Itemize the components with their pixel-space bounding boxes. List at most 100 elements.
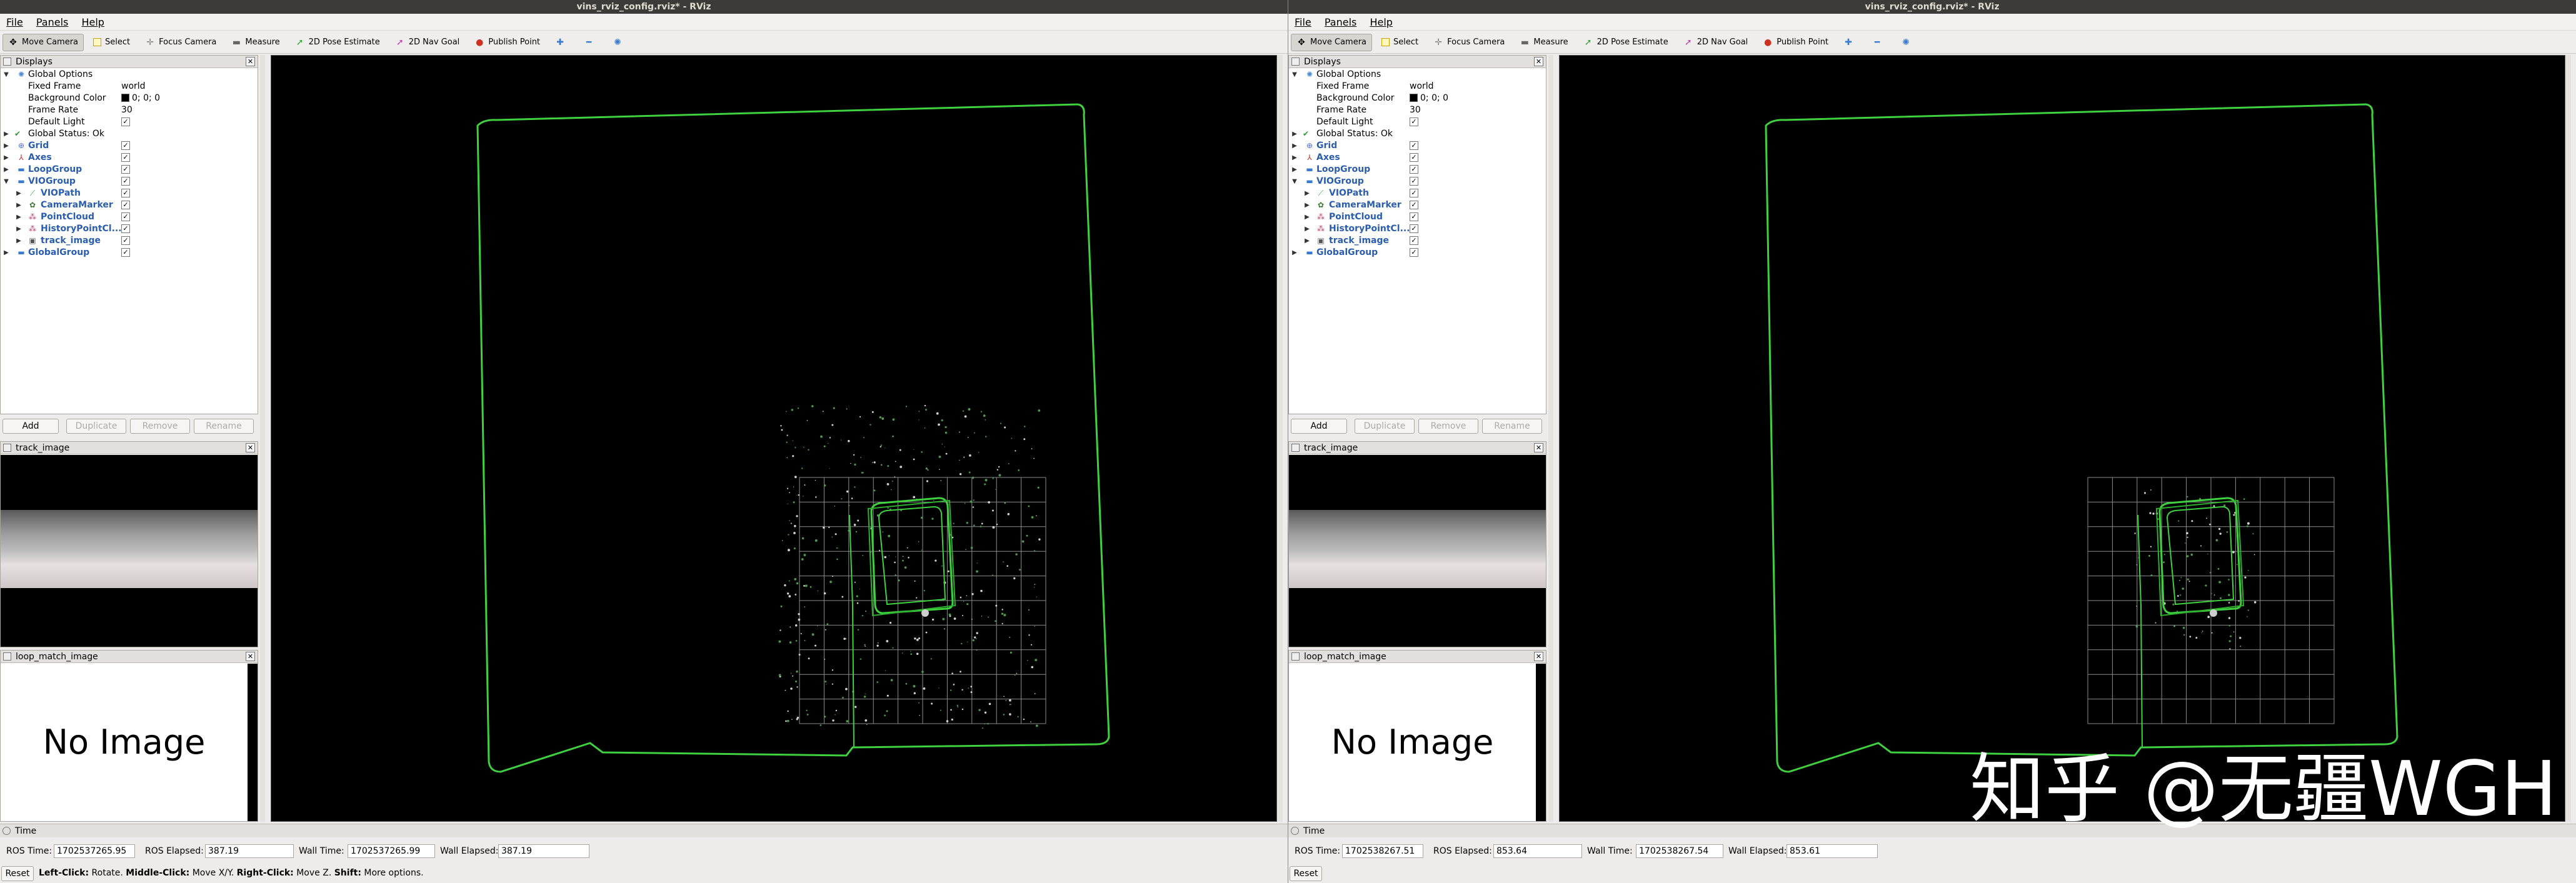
reset-button[interactable]: Reset xyxy=(1,866,34,881)
cameramarker-checkbox[interactable]: ✓ xyxy=(121,201,130,209)
wall-time-field[interactable]: 1702538267.54 xyxy=(1636,844,1723,858)
cameramarker-checkbox[interactable]: ✓ xyxy=(1410,201,1418,209)
chevron-right-icon[interactable]: ▶ xyxy=(1291,140,1298,152)
axes-checkbox[interactable]: ✓ xyxy=(1410,153,1418,162)
tree-row-background-color[interactable]: Background Color 0; 0; 0 xyxy=(1,92,258,104)
tree-row-cameramarker[interactable]: ▶ ✿ CameraMarker ✓ xyxy=(1289,199,1546,211)
chevron-down-icon[interactable]: ▼ xyxy=(3,176,9,187)
historypointcloud-checkbox[interactable]: ✓ xyxy=(121,224,130,233)
duplicate-display-button[interactable]: Duplicate xyxy=(66,419,126,434)
chevron-down-icon[interactable]: ▼ xyxy=(3,69,9,81)
menu-panels[interactable]: Panels xyxy=(1325,16,1357,28)
tree-row-viogroup[interactable]: ▼ ▬ VIOGroup ✓ xyxy=(1289,176,1546,187)
wall-time-field[interactable]: 1702537265.99 xyxy=(348,844,435,858)
tool-properties-button[interactable]: ✺ xyxy=(1895,34,1920,51)
tree-row-background-color[interactable]: Background Color 0; 0; 0 xyxy=(1289,92,1546,104)
tree-row-pointcloud[interactable]: ▶ ⁂ PointCloud ✓ xyxy=(1289,211,1546,223)
frame-rate-value[interactable]: 30 xyxy=(121,104,133,116)
close-icon[interactable]: ✕ xyxy=(246,652,255,661)
tree-row-viogroup[interactable]: ▼ ▬ VIOGroup ✓ xyxy=(1,176,258,187)
tree-row-fixed-frame[interactable]: Fixed Frame world xyxy=(1,81,258,92)
tree-row-default-light[interactable]: Default Light ✓ xyxy=(1289,116,1546,128)
pose-estimate-tool[interactable]: ➚ 2D Pose Estimate xyxy=(1578,34,1674,51)
chevron-right-icon[interactable]: ▶ xyxy=(1304,187,1310,199)
bg-color-value[interactable]: 0; 0; 0 xyxy=(1410,92,1448,104)
bg-color-value[interactable]: 0; 0; 0 xyxy=(121,92,160,104)
reset-button[interactable]: Reset xyxy=(1290,866,1322,881)
rename-display-button[interactable]: Rename xyxy=(1482,419,1542,434)
focus-camera-tool[interactable]: ✛ Focus Camera xyxy=(139,34,222,51)
track-image-checkbox[interactable]: ✓ xyxy=(1410,236,1418,245)
grid-checkbox[interactable]: ✓ xyxy=(121,141,130,150)
move-camera-tool[interactable]: ✥ Move Camera xyxy=(3,33,84,51)
pose-estimate-tool[interactable]: ➚ 2D Pose Estimate xyxy=(289,34,386,51)
grid-checkbox[interactable]: ✓ xyxy=(1410,141,1418,150)
chevron-down-icon[interactable]: ▼ xyxy=(1291,69,1298,81)
tree-row-cameramarker[interactable]: ▶ ✿ CameraMarker ✓ xyxy=(1,199,258,211)
chevron-right-icon[interactable]: ▶ xyxy=(16,199,22,211)
globalgroup-checkbox[interactable]: ✓ xyxy=(1410,248,1418,257)
tree-row-loopgroup[interactable]: ▶ ▬ LoopGroup ✓ xyxy=(1289,164,1546,176)
fixed-frame-value[interactable]: world xyxy=(1410,81,1434,92)
remove-tool-button[interactable]: ━ xyxy=(578,34,603,51)
frame-rate-value[interactable]: 30 xyxy=(1410,104,1421,116)
close-icon[interactable]: ✕ xyxy=(246,443,255,452)
close-icon[interactable]: ✕ xyxy=(246,57,255,66)
loopgroup-checkbox[interactable]: ✓ xyxy=(121,165,130,174)
chevron-right-icon[interactable]: ▶ xyxy=(3,140,9,152)
loopgroup-checkbox[interactable]: ✓ xyxy=(1410,165,1418,174)
pointcloud-checkbox[interactable]: ✓ xyxy=(1410,212,1418,221)
chevron-right-icon[interactable]: ▶ xyxy=(1304,235,1310,247)
tree-row-axes[interactable]: ▶ ⅄ Axes ✓ xyxy=(1289,152,1546,164)
chevron-right-icon[interactable]: ▶ xyxy=(3,128,9,140)
tree-row-fixed-frame[interactable]: Fixed Frame world xyxy=(1289,81,1546,92)
panel-splitter[interactable] xyxy=(260,55,265,822)
tree-row-grid[interactable]: ▶ ⊕ Grid ✓ xyxy=(1,140,258,152)
viogroup-checkbox[interactable]: ✓ xyxy=(1410,177,1418,186)
axes-checkbox[interactable]: ✓ xyxy=(121,153,130,162)
tree-row-viopath[interactable]: ▶ ⟋ VIOPath ✓ xyxy=(1289,187,1546,199)
right-splitter[interactable] xyxy=(2566,55,2571,822)
focus-camera-tool[interactable]: ✛ Focus Camera xyxy=(1428,34,1510,51)
tree-row-global-options[interactable]: ▼ ✺ Global Options xyxy=(1,69,258,81)
remove-tool-button[interactable]: ━ xyxy=(1867,34,1892,51)
render-canvas[interactable] xyxy=(271,56,1276,821)
tree-row-globalgroup[interactable]: ▶ ▬ GlobalGroup ✓ xyxy=(1,247,258,259)
close-icon[interactable]: ✕ xyxy=(1534,443,1543,452)
track-image-checkbox[interactable]: ✓ xyxy=(121,236,130,245)
tree-row-global-status[interactable]: ▶ ✔ Global Status: Ok xyxy=(1,128,258,140)
chevron-right-icon[interactable]: ▶ xyxy=(3,164,9,176)
add-tool-button[interactable]: ✚ xyxy=(1838,34,1863,51)
close-icon[interactable]: ✕ xyxy=(1534,652,1543,661)
viopath-checkbox[interactable]: ✓ xyxy=(1410,189,1418,197)
close-icon[interactable]: ✕ xyxy=(1534,57,1543,66)
ros-time-field[interactable]: 1702538267.51 xyxy=(1342,844,1423,858)
chevron-right-icon[interactable]: ▶ xyxy=(16,211,22,223)
ros-elapsed-field[interactable]: 387.19 xyxy=(205,844,294,858)
duplicate-display-button[interactable]: Duplicate xyxy=(1355,419,1415,434)
render-view[interactable] xyxy=(1559,55,2565,822)
chevron-right-icon[interactable]: ▶ xyxy=(1291,152,1298,164)
tree-row-default-light[interactable]: Default Light ✓ xyxy=(1,116,258,128)
add-display-button[interactable]: Add xyxy=(1291,419,1347,434)
viopath-checkbox[interactable]: ✓ xyxy=(121,189,130,197)
menu-file[interactable]: File xyxy=(6,16,23,28)
wall-elapsed-field[interactable]: 387.19 xyxy=(498,844,589,858)
chevron-right-icon[interactable]: ▶ xyxy=(1291,164,1298,176)
menu-file[interactable]: File xyxy=(1295,16,1311,28)
select-tool[interactable]: Select xyxy=(88,34,136,51)
nav-goal-tool[interactable]: ➚ 2D Nav Goal xyxy=(389,34,466,51)
pointcloud-checkbox[interactable]: ✓ xyxy=(121,212,130,221)
chevron-right-icon[interactable]: ▶ xyxy=(3,247,9,259)
tree-row-grid[interactable]: ▶ ⊕ Grid ✓ xyxy=(1289,140,1546,152)
tree-row-viopath[interactable]: ▶ ⟋ VIOPath ✓ xyxy=(1,187,258,199)
nav-goal-tool[interactable]: ➚ 2D Nav Goal xyxy=(1678,34,1754,51)
select-tool[interactable]: Select xyxy=(1376,34,1424,51)
tool-properties-button[interactable]: ✺ xyxy=(607,34,632,51)
render-canvas[interactable] xyxy=(1560,56,2565,821)
tree-row-globalgroup[interactable]: ▶ ▬ GlobalGroup ✓ xyxy=(1289,247,1546,259)
menu-panels[interactable]: Panels xyxy=(36,16,69,28)
remove-display-button[interactable]: Remove xyxy=(130,419,190,434)
tree-row-track-image[interactable]: ▶ ▣ track_image ✓ xyxy=(1,235,258,247)
chevron-down-icon[interactable]: ▼ xyxy=(1291,176,1298,187)
